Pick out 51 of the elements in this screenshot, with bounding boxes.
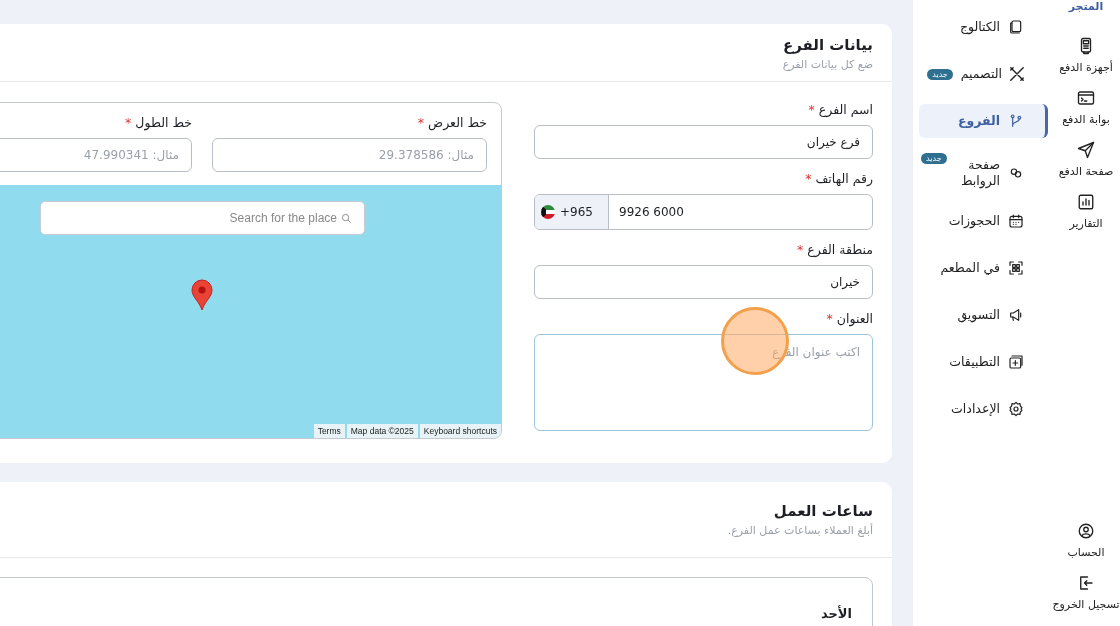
catalog-icon bbox=[1008, 19, 1024, 35]
section-title: ساعات العمل bbox=[772, 502, 873, 520]
field-label: رقم الهاتف * bbox=[804, 171, 873, 186]
sidebar-item[interactable]: الكتالوج bbox=[919, 10, 1048, 44]
rail-item[interactable]: الحساب bbox=[1067, 522, 1105, 559]
search-icon bbox=[341, 212, 352, 224]
rail-item[interactable]: بوابة الدفع bbox=[1062, 89, 1110, 126]
scan-icon bbox=[1008, 260, 1024, 276]
chart-icon bbox=[1077, 193, 1095, 211]
rail-item[interactable]: التقارير bbox=[1069, 193, 1103, 230]
rail-item[interactable]: صفحة الدفع bbox=[1058, 141, 1114, 178]
field-label: منطقة الفرع * bbox=[796, 242, 873, 257]
logout-icon bbox=[1077, 574, 1095, 592]
text-field[interactable]: خيران bbox=[534, 265, 873, 299]
settings-icon bbox=[1008, 401, 1024, 417]
map-attribution-link[interactable]: Map data ©2025 bbox=[346, 424, 418, 438]
apps-icon bbox=[1008, 354, 1024, 370]
map-attribution-link[interactable]: Terms bbox=[313, 424, 345, 438]
user-icon bbox=[1077, 522, 1095, 540]
map-search-field[interactable]: Search for the place bbox=[40, 201, 365, 235]
rail-item[interactable]: تسجيل الخروج bbox=[1052, 574, 1120, 611]
sidebar-item[interactable]: الفروع bbox=[919, 104, 1048, 138]
link-icon bbox=[1008, 165, 1024, 181]
field-label: خط الطول * bbox=[124, 115, 192, 130]
section-title: بيانات الفرع bbox=[781, 36, 873, 54]
megaphone-icon bbox=[1008, 307, 1024, 323]
day-label: الأحد bbox=[820, 606, 852, 621]
rail-item[interactable]: أجهزة الدفع bbox=[1059, 37, 1113, 74]
sidebar-item[interactable]: الإعدادات bbox=[919, 392, 1048, 426]
terminal-icon bbox=[1077, 89, 1095, 107]
map-attribution-link[interactable]: Keyboard shortcuts bbox=[419, 424, 501, 438]
sidebar-item[interactable]: صفحة الروابط جديد bbox=[919, 151, 1048, 195]
section-subtitle: ضع كل بيانات الفرع bbox=[781, 58, 873, 71]
map-pin-icon bbox=[191, 279, 213, 311]
sidebar-item[interactable]: التسويق bbox=[919, 298, 1048, 332]
send-icon bbox=[1077, 141, 1095, 159]
branch-icon bbox=[1008, 113, 1024, 129]
sidebar-item[interactable]: في المطعم bbox=[919, 251, 1048, 285]
sidebar-item[interactable]: التطبيقات bbox=[919, 345, 1048, 379]
sidebar-item[interactable]: الحجوزات bbox=[919, 204, 1048, 238]
field-label: خط العرض * bbox=[416, 115, 487, 130]
sidebar-item[interactable]: التصميم جديد bbox=[919, 57, 1048, 91]
field-label: العنوان * bbox=[825, 311, 873, 326]
new-badge: جديد bbox=[927, 68, 953, 80]
rail-item[interactable]: المتجر bbox=[1068, 0, 1104, 13]
calendar-icon bbox=[1008, 213, 1024, 229]
text-field[interactable]: فرع خيران bbox=[534, 125, 873, 159]
field-label: اسم الفرع * bbox=[807, 102, 873, 117]
section-subtitle: أبلغ العملاء بساعات عمل الفرع. bbox=[726, 524, 873, 537]
crossed-tools-icon bbox=[1010, 67, 1024, 81]
new-badge: جديد bbox=[921, 153, 947, 164]
